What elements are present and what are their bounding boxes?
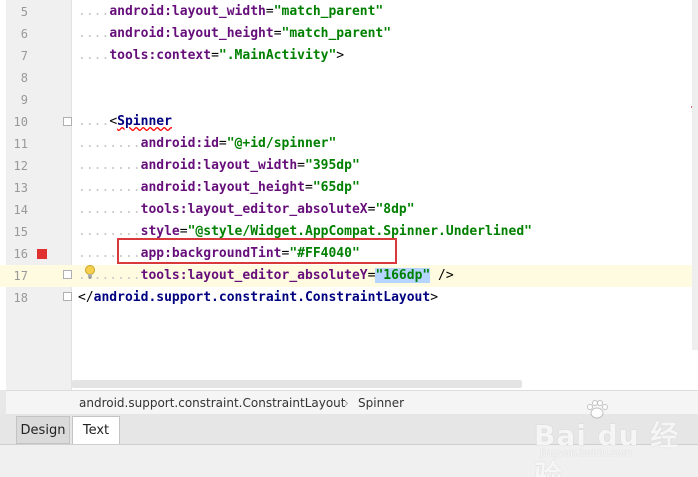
tab-design[interactable]: Design <box>16 416 70 444</box>
horizontal-scrollbar[interactable] <box>72 380 522 388</box>
line-number: 11 <box>13 137 28 151</box>
code-token-plain: > <box>430 290 439 305</box>
indent-guide: ........ <box>78 224 141 239</box>
line-number: 13 <box>13 181 28 195</box>
code-token-plain: = <box>297 158 305 173</box>
line-number: 16 <box>13 247 28 261</box>
indent-guide: .... <box>78 26 110 41</box>
code-token-plain: </ <box>78 290 94 305</box>
code-line[interactable]: 13 ........android:layout_height="65dp" <box>0 177 698 199</box>
ide-window: 5 ....android:layout_width="match_parent"… <box>0 0 698 477</box>
line-number: 12 <box>13 159 28 173</box>
indent-guide: ........ <box>78 202 141 217</box>
line-number: 15 <box>13 225 28 239</box>
code-line[interactable]: 7 ....tools:context=".MainActivity"> <box>0 45 698 67</box>
code-line[interactable]: 5 ....android:layout_width="match_parent" <box>0 1 698 23</box>
highlight-annotation-box <box>117 238 397 264</box>
breadcrumb-item-spinner[interactable]: Spinner <box>358 391 404 415</box>
code-token-plain: < <box>109 114 118 129</box>
code-token-val: "8dp" <box>375 202 415 217</box>
code-text: </android.support.constraint.ConstraintL… <box>78 287 438 309</box>
vertical-scrollbar[interactable] <box>692 0 698 350</box>
fold-icon[interactable] <box>63 292 72 301</box>
code-token-val: ".MainActivity" <box>218 48 337 63</box>
line-number: 10 <box>13 115 28 129</box>
code-text: ........android:layout_height="65dp" <box>78 177 360 199</box>
line-number: 14 <box>13 203 28 217</box>
line-number: 9 <box>20 93 28 107</box>
watermark: Bai du 经验 jingyan.baidu.com <box>530 398 690 477</box>
fold-icon[interactable] <box>63 270 72 279</box>
code-token-plain: > <box>336 48 345 63</box>
code-token-val: "65dp" <box>312 180 360 195</box>
line-number: 17 <box>13 269 28 283</box>
breakpoint-icon[interactable] <box>37 249 47 259</box>
indent-guide: ........ <box>78 180 141 195</box>
code-text: ....<Spinner <box>78 111 172 133</box>
code-token-val: "match_parent" <box>281 26 392 41</box>
code-editor[interactable]: 5 ....android:layout_width="match_parent"… <box>0 0 698 390</box>
code-token-plain: = <box>211 48 219 63</box>
code-token-val: "166dp" <box>375 268 431 283</box>
code-text: ....android:layout_width="match_parent" <box>78 1 383 23</box>
code-text: ....android:layout_height="match_parent" <box>78 23 391 45</box>
code-token-attr: tools:layout_editor_absoluteY <box>140 268 368 283</box>
code-line[interactable]: 6 ....android:layout_height="match_parent… <box>0 23 698 45</box>
code-token-val: "match_parent" <box>273 4 384 19</box>
code-token-tag: Spinner <box>117 114 172 129</box>
code-text: ....tools:context=".MainActivity"> <box>78 45 344 67</box>
line-number: 18 <box>13 291 28 305</box>
code-token-attr: android:layout_height <box>109 26 274 41</box>
code-text: ........tools:layout_editor_absoluteX="8… <box>78 199 415 221</box>
code-token-val: "@+id/spinner" <box>226 136 337 151</box>
code-token-plain: /> <box>430 268 454 283</box>
indent-guide: ........ <box>78 158 141 173</box>
code-line[interactable]: 8 <box>0 67 698 89</box>
code-token-plain: = <box>179 224 188 239</box>
code-token-plain: = <box>218 136 227 151</box>
code-token-val: "@style/Widget.AppCompat.Spinner.Underli… <box>187 224 532 239</box>
code-token-attr: tools:layout_editor_absoluteX <box>140 202 368 217</box>
breadcrumb-separator: › <box>344 396 349 410</box>
code-text: ........android:layout_width="395dp" <box>78 155 360 177</box>
watermark-logo: Bai du 经验 <box>534 419 680 477</box>
fold-icon[interactable] <box>63 117 72 126</box>
lightbulb-icon[interactable] <box>84 264 96 279</box>
code-line[interactable]: 10 ....<Spinner <box>0 111 698 133</box>
code-token-val: "395dp" <box>305 158 360 173</box>
code-line[interactable]: 18 </android.support.constraint.Constrain… <box>0 287 698 309</box>
watermark-url: jingyan.baidu.com <box>540 448 633 459</box>
code-line[interactable]: 9 <box>0 89 698 111</box>
code-token-tag: android.support.constraint.ConstraintLay… <box>93 290 431 305</box>
line-number: 6 <box>20 27 28 41</box>
code-line[interactable]: 11 ........android:id="@+id/spinner" <box>0 133 698 155</box>
breadcrumb-item-constraintlayout[interactable]: android.support.constraint.ConstraintLay… <box>79 391 346 415</box>
code-line[interactable]: 14 ........tools:layout_editor_absoluteX=… <box>0 199 698 221</box>
tab-text[interactable]: Text <box>72 416 120 444</box>
code-token-attr: android:layout_height <box>140 180 305 195</box>
code-line[interactable]: 17 ........tools:layout_editor_absoluteY=… <box>0 265 698 287</box>
code-token-attr: android:layout_width <box>109 4 266 19</box>
indent-guide: .... <box>78 4 110 19</box>
code-token-plain: = <box>305 180 313 195</box>
indent-guide: .... <box>78 48 110 63</box>
line-number: 8 <box>20 71 28 85</box>
code-token-plain: = <box>273 26 282 41</box>
code-token-attr: android:id <box>140 136 219 151</box>
code-text: ........android:id="@+id/spinner" <box>78 133 336 155</box>
code-token-attr: tools:context <box>109 48 212 63</box>
code-line[interactable]: 12 ........android:layout_width="395dp" <box>0 155 698 177</box>
code-token-attr: android:layout_width <box>140 158 298 173</box>
code-token-attr: style <box>140 224 180 239</box>
code-token-plain: = <box>265 4 274 19</box>
indent-guide: ........ <box>78 136 141 151</box>
line-number: 7 <box>20 49 28 63</box>
line-number: 5 <box>20 5 28 19</box>
code-text: ........tools:layout_editor_absoluteY="1… <box>78 265 454 287</box>
indent-guide: .... <box>78 114 110 129</box>
